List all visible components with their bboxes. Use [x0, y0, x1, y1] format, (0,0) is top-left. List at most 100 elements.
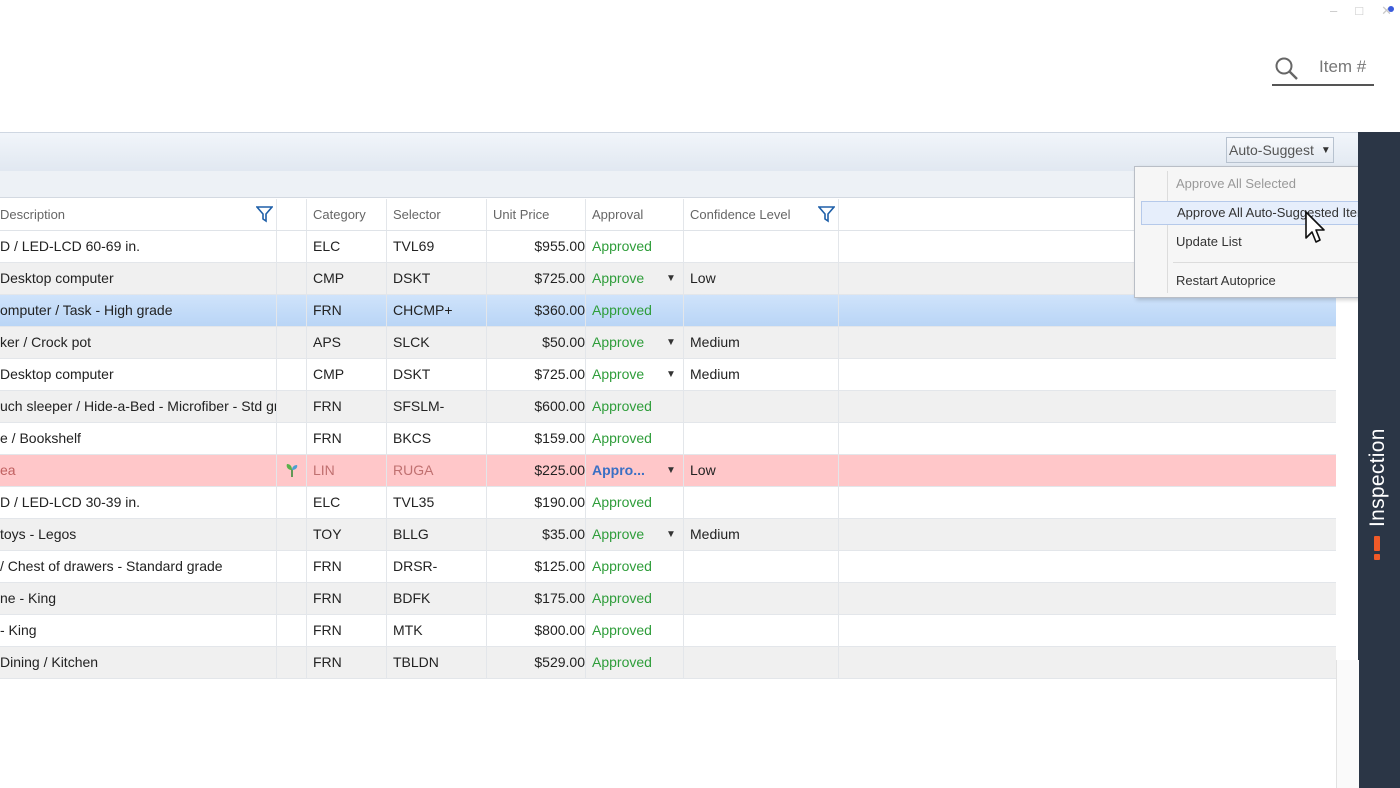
minimize-icon[interactable]: – — [1330, 2, 1337, 20]
cell-unit-price: $175.00 — [487, 583, 586, 614]
menu-item-approve-all-auto-suggested[interactable]: Approve All Auto-Suggested Items — [1141, 201, 1389, 225]
cell-description: / Chest of drawers - Standard grade — [0, 551, 277, 582]
approval-status: Approved — [592, 238, 652, 254]
cell-selector: TVL35 — [387, 487, 487, 518]
cell-flag — [277, 263, 307, 294]
cell-flag — [277, 391, 307, 422]
cell-unit-price: $529.00 — [487, 647, 586, 678]
approval-status: Appro... — [592, 462, 645, 478]
cell-approval[interactable]: Approved — [586, 231, 684, 262]
approval-dropdown[interactable]: Approve ▼ — [586, 327, 684, 358]
column-label: Unit Price — [493, 207, 550, 222]
cell-approval[interactable]: Approved — [586, 295, 684, 326]
column-header-approval[interactable]: Approval — [586, 199, 684, 230]
table-row[interactable]: / Chest of drawers - Standard grade FRN … — [0, 551, 1336, 583]
approval-status: Approved — [592, 430, 652, 446]
table-row[interactable]: Dining / Kitchen FRN TBLDN $529.00 Appro… — [0, 647, 1336, 679]
chevron-down-icon[interactable]: ▼ — [666, 263, 676, 294]
approval-status: Approve — [592, 270, 645, 286]
column-label: Approval — [592, 207, 644, 222]
column-header-unit-price[interactable]: Unit Price — [487, 199, 586, 230]
cell-category: ELC — [307, 487, 387, 518]
table-row[interactable]: ker / Crock pot APS SLCK $50.00 Approve ▼… — [0, 327, 1336, 359]
cell-confidence: Low — [684, 455, 839, 486]
cell-approval[interactable]: Approved — [586, 551, 684, 582]
cell-unit-price: $50.00 — [487, 327, 586, 358]
cell-description: e / Bookshelf — [0, 423, 277, 454]
chevron-down-icon[interactable]: ▼ — [666, 455, 676, 486]
cell-confidence — [684, 295, 839, 326]
window-controls: – □ ✕ — [1330, 2, 1394, 20]
cell-category: FRN — [307, 647, 387, 678]
filter-icon[interactable] — [818, 206, 835, 223]
cell-unit-price: $725.00 — [487, 359, 586, 390]
vertical-scrollbar[interactable] — [1336, 660, 1359, 788]
approval-status: Approved — [592, 590, 652, 606]
column-header-category[interactable]: Category — [307, 199, 387, 230]
cell-approval[interactable]: Approved — [586, 583, 684, 614]
inspection-side-panel[interactable]: Inspection — [1358, 132, 1400, 788]
approval-status: Approve — [592, 366, 645, 382]
cell-flag — [277, 615, 307, 646]
cell-unit-price: $125.00 — [487, 551, 586, 582]
menu-item-approve-all-selected[interactable]: Approve All Selected — [1141, 172, 1389, 196]
item-search[interactable]: Item # — [1272, 52, 1374, 86]
filter-icon[interactable] — [256, 206, 273, 223]
table-row[interactable]: omputer / Task - High grade FRN CHCMP+ $… — [0, 295, 1336, 327]
cell-unit-price: $600.00 — [487, 391, 586, 422]
cell-selector: SLCK — [387, 327, 487, 358]
cell-category: FRN — [307, 583, 387, 614]
cell-flag — [277, 583, 307, 614]
cell-selector: BLLG — [387, 519, 487, 550]
table-row[interactable]: Desktop computer CMP DSKT $725.00 Approv… — [0, 359, 1336, 391]
column-header-confidence[interactable]: Confidence Level — [684, 199, 839, 230]
cell-category: LIN — [307, 455, 387, 486]
cell-flag — [277, 423, 307, 454]
approval-status: Approve — [592, 526, 645, 542]
cell-approval[interactable]: Approved — [586, 647, 684, 678]
approval-dropdown[interactable]: Approve ▼ — [586, 263, 684, 294]
maximize-icon[interactable]: □ — [1355, 2, 1363, 20]
cell-selector: DSKT — [387, 359, 487, 390]
column-header-selector[interactable]: Selector — [387, 199, 487, 230]
auto-suggest-dropdown[interactable]: Auto-Suggest ▼ — [1226, 137, 1334, 163]
cell-description: D / LED-LCD 60-69 in. — [0, 231, 277, 262]
cell-unit-price: $955.00 — [487, 231, 586, 262]
grid-body: D / LED-LCD 60-69 in. ELC TVL69 $955.00 … — [0, 231, 1336, 679]
cell-description: uch sleeper / Hide-a-Bed - Microfiber - … — [0, 391, 277, 422]
menu-item-restart-autoprice[interactable]: Restart Autoprice — [1141, 269, 1389, 293]
approval-status: Approved — [592, 622, 652, 638]
chevron-down-icon[interactable]: ▼ — [666, 359, 676, 390]
approval-dropdown[interactable]: Approve ▼ — [586, 359, 684, 390]
cell-approval[interactable]: Approved — [586, 615, 684, 646]
cell-description: Desktop computer — [0, 263, 277, 294]
menu-separator — [1173, 262, 1389, 263]
table-row[interactable]: - King FRN MTK $800.00 Approved — [0, 615, 1336, 647]
chevron-down-icon[interactable]: ▼ — [666, 519, 676, 550]
table-row[interactable]: ea LIN RUGA $225.00 Appro... ▼ Low — [0, 455, 1336, 487]
cell-flag — [277, 455, 307, 486]
table-row[interactable]: e / Bookshelf FRN BKCS $159.00 Approved — [0, 423, 1336, 455]
table-row[interactable]: toys - Legos TOY BLLG $35.00 Approve ▼ Me… — [0, 519, 1336, 551]
menu-item-update-list[interactable]: Update List — [1141, 230, 1389, 254]
table-row[interactable]: ne - King FRN BDFK $175.00 Approved — [0, 583, 1336, 615]
approval-dropdown[interactable]: Approve ▼ — [586, 519, 684, 550]
cell-unit-price: $35.00 — [487, 519, 586, 550]
cell-confidence — [684, 231, 839, 262]
cell-flag — [277, 647, 307, 678]
table-row[interactable]: D / LED-LCD 30-39 in. ELC TVL35 $190.00 … — [0, 487, 1336, 519]
cell-approval[interactable]: Approved — [586, 423, 684, 454]
chevron-down-icon[interactable]: ▼ — [666, 327, 676, 358]
inspection-tab-label[interactable]: Inspection — [1366, 428, 1390, 527]
approval-status: Approved — [592, 398, 652, 414]
column-header-description[interactable]: Description — [0, 199, 277, 230]
approval-dropdown[interactable]: Appro... ▼ — [586, 455, 684, 486]
column-label: Selector — [393, 207, 441, 222]
cell-description: Dining / Kitchen — [0, 647, 277, 678]
cell-approval[interactable]: Approved — [586, 391, 684, 422]
search-input[interactable]: Item # — [1319, 57, 1366, 77]
table-row[interactable]: uch sleeper / Hide-a-Bed - Microfiber - … — [0, 391, 1336, 423]
cell-confidence: Medium — [684, 519, 839, 550]
cell-approval[interactable]: Approved — [586, 487, 684, 518]
cell-category: CMP — [307, 263, 387, 294]
